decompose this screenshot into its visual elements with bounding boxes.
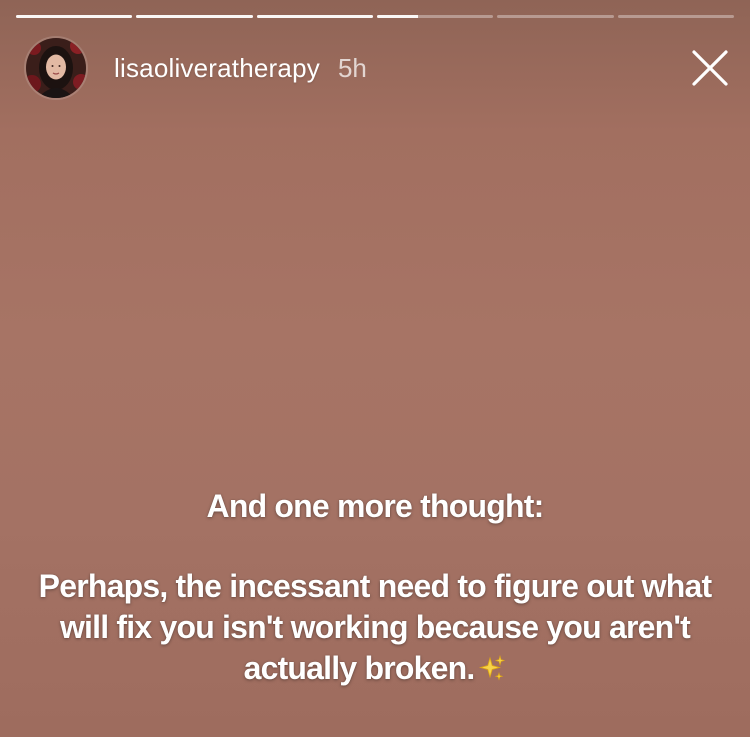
username[interactable]: lisaoliveratherapy bbox=[114, 53, 320, 84]
progress-segment-fill bbox=[376, 15, 418, 18]
post-timestamp: 5h bbox=[337, 52, 367, 83]
story-progress-bar bbox=[16, 15, 734, 19]
progress-segment bbox=[136, 15, 253, 18]
progress-segment-fill bbox=[16, 15, 133, 18]
progress-segment bbox=[497, 15, 614, 18]
progress-segment bbox=[376, 15, 494, 18]
progress-segment bbox=[256, 15, 373, 18]
sparkles-icon bbox=[478, 652, 506, 693]
close-icon bbox=[692, 50, 728, 86]
story-heading: And one more thought: bbox=[206, 488, 545, 524]
story-body-text: Perhaps, the incessant need to figure ou… bbox=[20, 566, 730, 693]
progress-segment bbox=[617, 15, 734, 18]
progress-segment bbox=[16, 15, 133, 18]
profile-photo-icon bbox=[26, 38, 86, 98]
avatar[interactable] bbox=[24, 36, 88, 100]
progress-segment-fill bbox=[136, 15, 253, 18]
story-body: Perhaps, the incessant need to figure ou… bbox=[38, 568, 712, 686]
close-button[interactable] bbox=[688, 46, 732, 90]
progress-segment-fill bbox=[256, 15, 373, 18]
story-header: lisaoliveratherapy 5h bbox=[24, 36, 367, 100]
